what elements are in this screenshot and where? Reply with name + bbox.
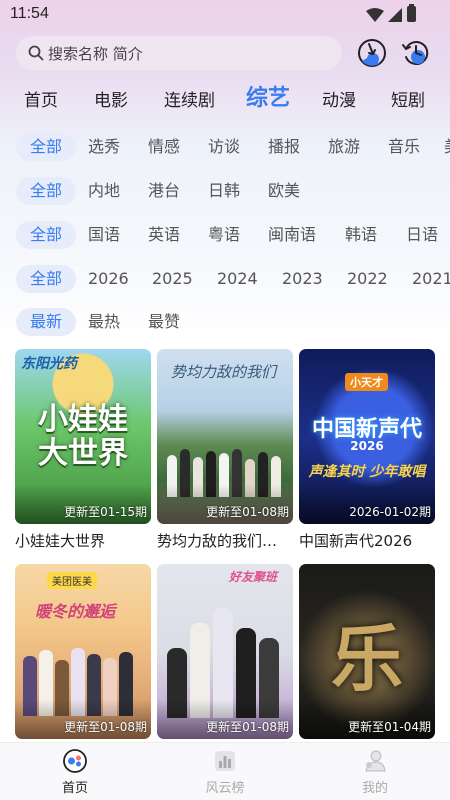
tab-short-drama[interactable]: 短剧	[391, 86, 425, 111]
chip-sort[interactable]: 最赞	[148, 308, 180, 336]
chip-region[interactable]: 日韩	[208, 177, 240, 205]
chip-language[interactable]: 英语	[148, 221, 180, 249]
show-title: 势均力敌的我们…	[157, 532, 278, 550]
home-game-icon	[63, 749, 87, 773]
chip-genre[interactable]: 旅游	[328, 133, 360, 161]
poster-brand: 美团医美	[47, 572, 97, 589]
signal-icon	[388, 8, 402, 22]
show-card[interactable]: 乐 更新至01-04期	[299, 564, 435, 739]
chip-year[interactable]: 2026	[88, 265, 129, 293]
status-bar: 11:54	[0, 0, 450, 30]
nav-label: 风云榜	[205, 781, 245, 796]
chip-language[interactable]: 国语	[88, 221, 120, 249]
chip-genre[interactable]: 情感	[148, 133, 180, 161]
show-poster[interactable]: 美团医美 暖冬的邂逅 更新至01-08期	[15, 564, 151, 739]
tab-series[interactable]: 连续剧	[164, 86, 215, 111]
chip-year[interactable]: 2023	[282, 265, 323, 293]
filter-language: 全部 国语 英语 粤语 闽南语 韩语 日语	[0, 218, 450, 252]
chip-region[interactable]: 港台	[148, 177, 180, 205]
tab-movie[interactable]: 电影	[94, 86, 128, 111]
chip-region[interactable]: 内地	[88, 177, 120, 205]
chip-year[interactable]: 2021	[412, 265, 450, 293]
show-title: 小娃娃大世界	[15, 532, 106, 550]
chip-genre[interactable]: 访谈	[208, 133, 240, 161]
chip-genre[interactable]: 播报	[268, 133, 300, 161]
download-icon[interactable]	[356, 37, 388, 69]
poster-title-art: 乐	[330, 617, 403, 701]
episode-badge: 更新至01-04期	[348, 720, 431, 734]
episode-badge: 更新至01-08期	[64, 720, 147, 734]
chip-sort[interactable]: 最热	[88, 308, 120, 336]
poster-title-art: 暖冬的邂逅	[35, 602, 116, 621]
chip-sort-latest[interactable]: 最新	[16, 308, 77, 336]
nav-home[interactable]: 首页	[35, 749, 115, 796]
filter-sort: 最新 最热 最赞	[0, 305, 450, 339]
nav-ranking[interactable]: 风云榜	[185, 749, 265, 796]
filter-year: 全部 2026 2025 2024 2023 2022 2021	[0, 262, 450, 296]
chip-language-all[interactable]: 全部	[16, 221, 77, 249]
poster-title-art: 小娃娃大世界	[38, 402, 128, 471]
search-placeholder: 搜索名称 简介	[48, 44, 143, 63]
show-poster[interactable]: 好友聚班 更新至01-08期	[157, 564, 293, 739]
chip-year[interactable]: 2022	[347, 265, 388, 293]
show-poster[interactable]: 势均力敌的我们 更新至01-08期	[157, 349, 293, 524]
tab-home[interactable]: 首页	[24, 86, 58, 111]
poster-year-art: 2026	[350, 439, 384, 453]
chip-region[interactable]: 欧美	[268, 177, 300, 205]
filter-region: 全部 内地 港台 日韩 欧美	[0, 174, 450, 208]
poster-title-art: 好友聚班	[229, 570, 278, 584]
chip-genre[interactable]: 音乐	[388, 133, 420, 161]
episode-badge: 更新至01-15期	[64, 505, 147, 519]
search-icon	[28, 45, 44, 61]
poster-slogan-art: 声逢其时 少年敢唱	[308, 464, 426, 480]
nav-label: 我的	[361, 781, 388, 796]
chart-icon	[215, 751, 235, 771]
category-tabs: 首页 电影 连续剧 综艺 动漫 短剧	[0, 80, 450, 114]
nav-profile[interactable]: 我的	[335, 749, 415, 796]
poster-brand: 东阳光药	[21, 356, 77, 372]
chip-genre[interactable]: 选秀	[88, 133, 120, 161]
search-input[interactable]: 搜索名称 简介	[16, 36, 342, 70]
chip-genre-all[interactable]: 全部	[16, 133, 77, 161]
chip-language[interactable]: 日语	[406, 221, 438, 249]
show-title: 中国新声代2026	[299, 532, 413, 550]
bottom-nav: 首页 风云榜 我的	[0, 742, 450, 800]
show-poster[interactable]: 乐 更新至01-04期	[299, 564, 435, 739]
chip-genre[interactable]: 美	[444, 133, 450, 161]
poster-title-art: 势均力敌的我们	[171, 363, 277, 381]
chip-year[interactable]: 2025	[152, 265, 193, 293]
chip-language[interactable]: 韩语	[345, 221, 377, 249]
show-card[interactable]: 小天才 中国新声代 2026 声逢其时 少年敢唱 2026-01-02期 中国新…	[299, 349, 435, 551]
chip-language[interactable]: 粤语	[208, 221, 240, 249]
nav-label: 首页	[61, 781, 88, 796]
history-icon[interactable]	[400, 37, 432, 69]
tab-anime[interactable]: 动漫	[322, 86, 356, 111]
episode-badge: 更新至01-08期	[206, 720, 289, 734]
show-poster[interactable]: 东阳光药 小娃娃大世界 更新至01-15期	[15, 349, 151, 524]
chip-language[interactable]: 闽南语	[268, 221, 316, 249]
poster-brand: 小天才	[345, 373, 388, 391]
filter-genre: 全部 选秀 情感 访谈 播报 旅游 音乐 美	[0, 130, 450, 164]
show-card[interactable]: 好友聚班 更新至01-08期	[157, 564, 293, 739]
show-card[interactable]: 势均力敌的我们 更新至01-08期 势均力敌的我们…	[157, 349, 293, 551]
show-poster[interactable]: 小天才 中国新声代 2026 声逢其时 少年敢唱 2026-01-02期	[299, 349, 435, 524]
show-card[interactable]: 美团医美 暖冬的邂逅 更新至01-08期	[15, 564, 151, 739]
chip-region-all[interactable]: 全部	[16, 177, 77, 205]
status-time: 11:54	[10, 5, 49, 22]
episode-badge: 更新至01-08期	[206, 505, 289, 519]
profile-icon	[365, 750, 386, 772]
episode-badge: 2026-01-02期	[349, 505, 431, 519]
show-card[interactable]: 东阳光药 小娃娃大世界 更新至01-15期 小娃娃大世界	[15, 349, 151, 551]
tab-variety[interactable]: 综艺	[246, 80, 290, 112]
chip-year-all[interactable]: 全部	[16, 265, 77, 293]
chip-year[interactable]: 2024	[217, 265, 258, 293]
battery-icon	[407, 4, 416, 22]
wifi-icon	[366, 8, 384, 22]
